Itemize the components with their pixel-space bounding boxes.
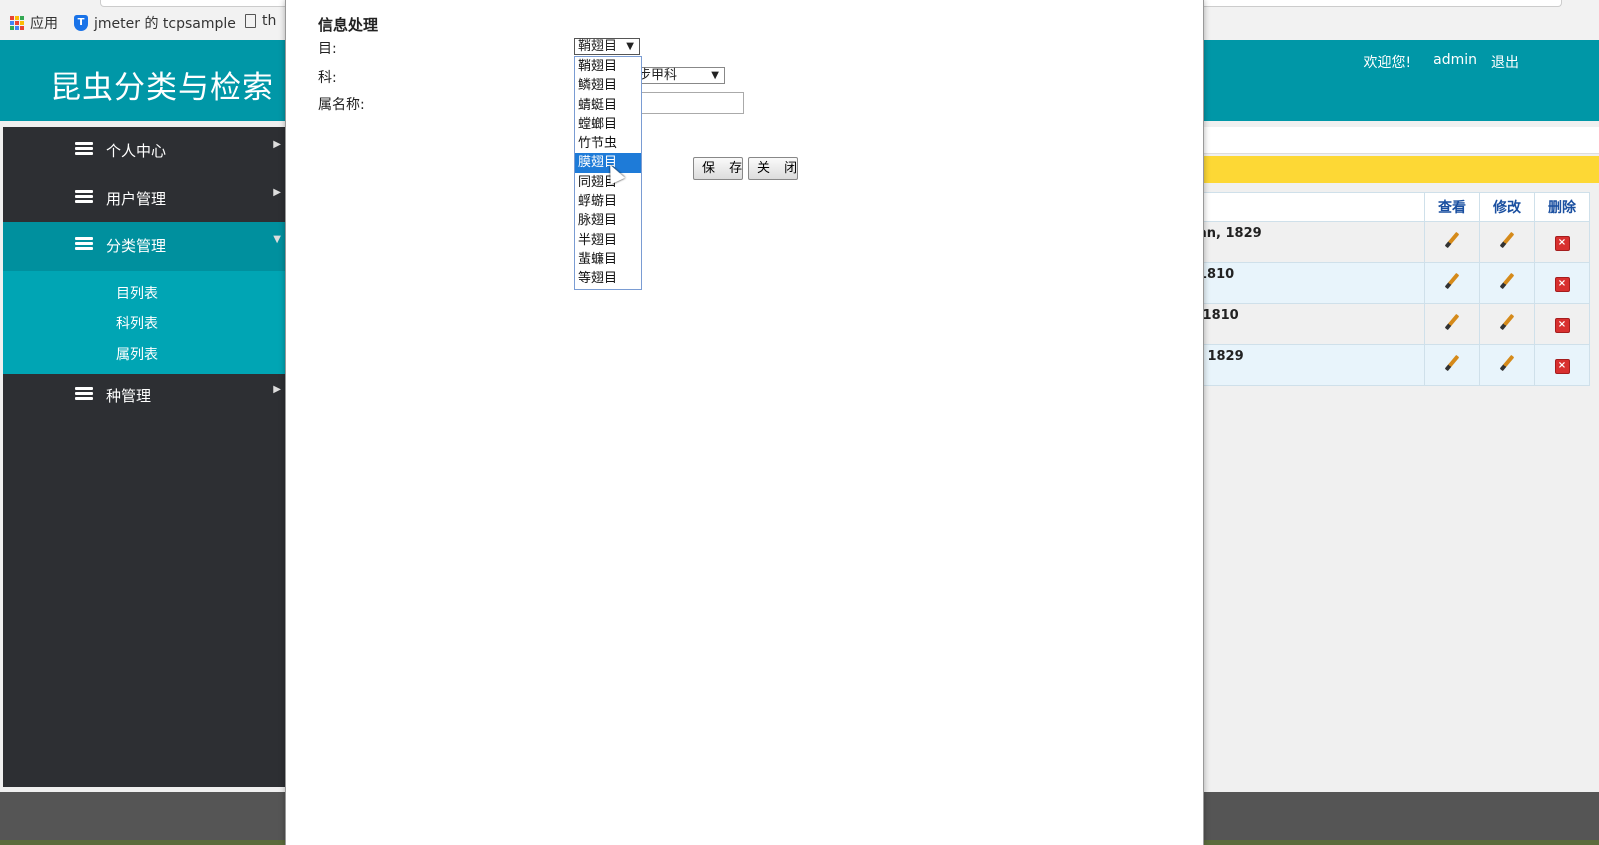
shield-icon: T	[74, 15, 88, 31]
submenu-item-genus-list[interactable]: 属列表	[116, 344, 158, 364]
highlight-bar	[1195, 156, 1599, 183]
bookmark-label: th	[262, 13, 277, 29]
view-button[interactable]	[1424, 262, 1480, 304]
chevron-down-icon: ▼	[626, 41, 634, 52]
welcome-text: 欢迎您!	[1363, 55, 1412, 71]
dropdown-option[interactable]: 脉翅目	[575, 211, 641, 230]
chevron-down-icon: ▼	[711, 70, 719, 81]
dropdown-option[interactable]: 螳螂目	[575, 115, 641, 134]
logout-link[interactable]: 退出	[1491, 52, 1519, 72]
table-row: , 1829 ×	[1195, 344, 1590, 386]
sidebar-item-label: 种管理	[106, 387, 152, 405]
chevron-right-icon: ▶	[273, 139, 281, 150]
delete-icon: ×	[1554, 235, 1570, 251]
family-select[interactable]: 步甲科 ▼	[631, 67, 725, 84]
view-button[interactable]	[1424, 221, 1480, 263]
delete-button[interactable]: ×	[1534, 344, 1590, 386]
table-cell-text: 1810	[1195, 262, 1425, 304]
sidebar-item-classification[interactable]: 分类管理 ▼	[3, 222, 285, 271]
stack-icon	[75, 190, 93, 204]
table-row: 1810 ×	[1195, 262, 1590, 304]
dropdown-option[interactable]: 等翅目	[575, 269, 641, 288]
family-label: 科:	[318, 70, 337, 86]
sidebar-item-user-management[interactable]: 用户管理 ▶	[3, 175, 285, 224]
main-toolbar	[1195, 127, 1599, 154]
pencil-icon	[1444, 313, 1460, 331]
pencil-icon	[1499, 354, 1515, 372]
info-dialog: 信息处理 目: 鞘翅目 ▼ 科: 步甲科 ▼ 属名称: 保 存 关 闭 鞘翅目 …	[285, 0, 1204, 845]
dropdown-option[interactable]: 半翅目	[575, 231, 641, 250]
submenu-item-family-list[interactable]: 科列表	[116, 313, 158, 333]
close-button[interactable]: 关 闭	[748, 157, 798, 180]
edit-button[interactable]	[1479, 262, 1535, 304]
delete-button[interactable]: ×	[1534, 303, 1590, 345]
chevron-right-icon: ▶	[273, 384, 281, 395]
family-select-value: 步甲科	[638, 68, 678, 83]
table-cell-text: an, 1829	[1195, 221, 1425, 263]
dropdown-option[interactable]: 蜉蝣目	[575, 192, 641, 211]
app-title: 昆虫分类与检索	[50, 70, 274, 106]
sidebar-item-label: 分类管理	[106, 237, 167, 255]
edit-button[interactable]	[1479, 303, 1535, 345]
bookmark-label: 应用	[30, 16, 58, 32]
page-icon	[245, 14, 256, 28]
dropdown-option[interactable]: 鳞翅目	[575, 76, 641, 95]
sidebar-item-species-management[interactable]: 种管理 ▶	[3, 372, 285, 421]
delete-icon: ×	[1554, 358, 1570, 374]
dropdown-option[interactable]: 蜚蠊目	[575, 250, 641, 269]
genus-name-input[interactable]	[631, 92, 744, 114]
stack-icon	[75, 387, 93, 401]
stack-icon	[75, 237, 93, 251]
chevron-down-icon: ▼	[273, 234, 281, 245]
table-cell-text: 1810	[1195, 303, 1425, 345]
order-select-value: 鞘翅目	[578, 39, 618, 54]
classification-submenu: 目列表 科列表 属列表	[3, 271, 285, 374]
data-table: 查看 修改 删除 an, 1829 × 1810 × 1810 × , 1829…	[1195, 192, 1590, 386]
sidebar: 个人中心 ▶ 用户管理 ▶ 分类管理 ▼ 目列表 科列表 属列表 种管理 ▶	[3, 127, 285, 787]
view-button[interactable]	[1424, 303, 1480, 345]
pencil-icon	[1499, 272, 1515, 290]
sidebar-item-personal-center[interactable]: 个人中心 ▶	[3, 127, 285, 176]
pencil-icon	[1444, 272, 1460, 290]
delete-icon: ×	[1554, 317, 1570, 333]
chevron-right-icon: ▶	[273, 187, 281, 198]
delete-icon: ×	[1554, 276, 1570, 292]
order-label: 目:	[318, 41, 337, 57]
sidebar-item-label: 个人中心	[106, 142, 167, 160]
pencil-icon	[1499, 313, 1515, 331]
bookmark-th[interactable]: th	[245, 13, 276, 29]
table-cell-text: , 1829	[1195, 344, 1425, 386]
dropdown-option[interactable]: 竹节虫	[575, 134, 641, 153]
pencil-icon	[1444, 231, 1460, 249]
sidebar-item-label: 用户管理	[106, 190, 167, 208]
bookmark-apps[interactable]: 应用	[10, 13, 58, 33]
delete-button[interactable]: ×	[1534, 262, 1590, 304]
edit-button[interactable]	[1479, 221, 1535, 263]
dropdown-option[interactable]: 蜻蜓目	[575, 96, 641, 115]
apps-grid-icon	[10, 16, 24, 30]
stack-icon	[75, 142, 93, 156]
view-button[interactable]	[1424, 344, 1480, 386]
username-link[interactable]: admin	[1433, 52, 1477, 72]
table-row: an, 1829 ×	[1195, 221, 1590, 263]
genus-label: 属名称:	[318, 97, 365, 113]
bookmark-label: jmeter 的 tcpsample	[94, 16, 236, 32]
bookmark-jmeter[interactable]: T jmeter 的 tcpsample	[74, 13, 236, 33]
table-header-view: 查看	[1424, 192, 1480, 222]
pencil-icon	[1499, 231, 1515, 249]
table-header-delete: 删除	[1534, 192, 1590, 222]
dropdown-option[interactable]: 鞘翅目	[575, 57, 641, 76]
table-header-name	[1195, 192, 1425, 222]
table-row: 1810 ×	[1195, 303, 1590, 345]
delete-button[interactable]: ×	[1534, 221, 1590, 263]
save-button[interactable]: 保 存	[693, 157, 743, 180]
pencil-icon	[1444, 354, 1460, 372]
submenu-item-order-list[interactable]: 目列表	[116, 283, 158, 303]
edit-button[interactable]	[1479, 344, 1535, 386]
table-header-edit: 修改	[1479, 192, 1535, 222]
dialog-title: 信息处理	[318, 16, 379, 34]
user-area: 欢迎您! admin 退出	[1364, 52, 1520, 72]
order-select[interactable]: 鞘翅目 ▼	[574, 38, 640, 55]
